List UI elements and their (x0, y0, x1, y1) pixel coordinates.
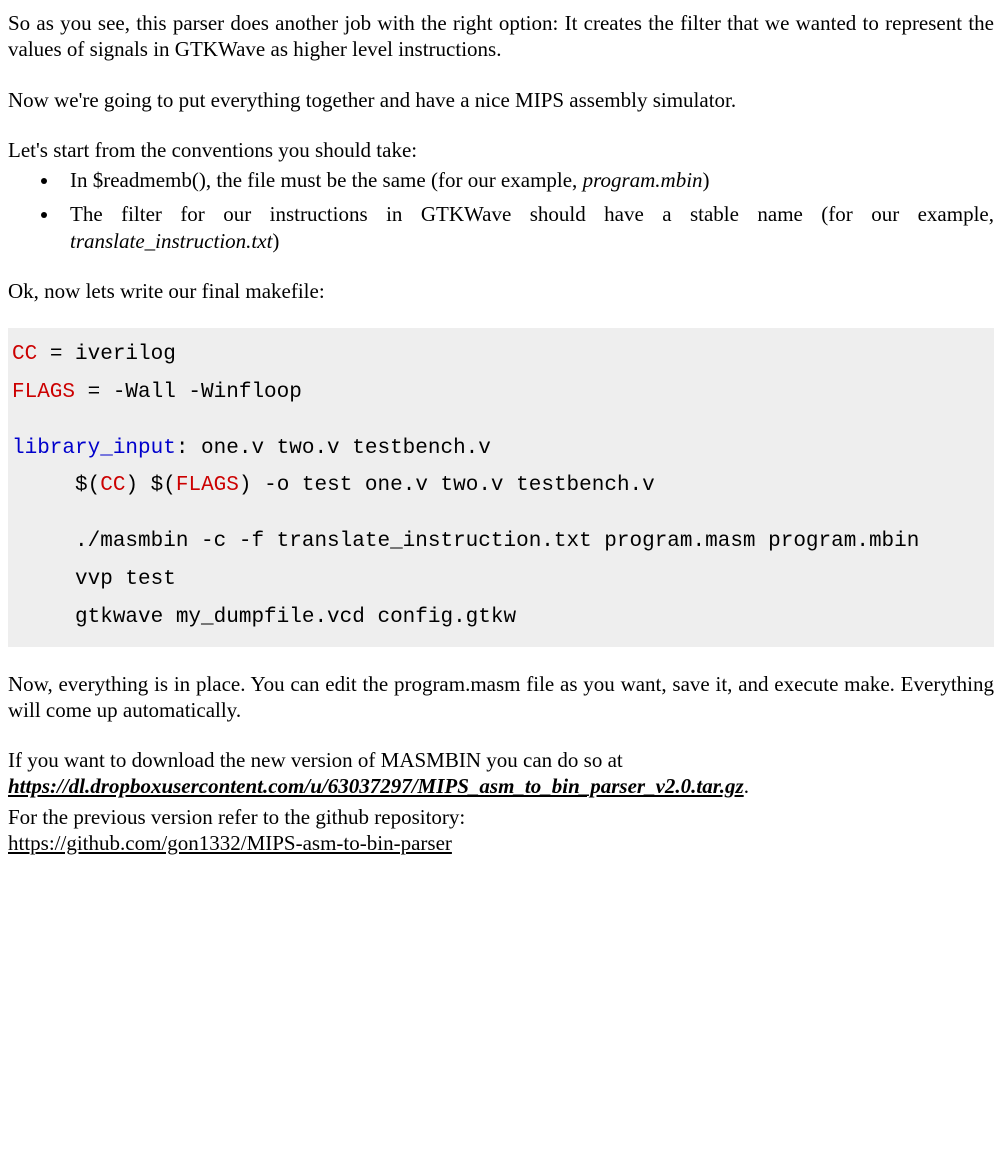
link-github[interactable]: https://github.com/gon1332/MIPS-asm-to-b… (8, 831, 452, 855)
list-text: ) (272, 229, 279, 253)
paragraph-together: Now we're going to put everything togeth… (8, 87, 994, 113)
code-var: FLAGS (176, 474, 239, 497)
list-text-italic: program.mbin (583, 168, 703, 192)
paragraph-github: For the previous version refer to the gi… (8, 804, 994, 857)
list-item: In $readmemb(), the file must be the sam… (60, 167, 994, 193)
text: . (744, 774, 749, 798)
paragraph-intro: So as you see, this parser does another … (8, 10, 994, 63)
code-text: : one.v two.v testbench.v (176, 437, 491, 460)
link-dropbox[interactable]: https://dl.dropboxusercontent.com/u/6303… (8, 774, 744, 798)
paragraph-inplace: Now, everything is in place. You can edi… (8, 671, 994, 724)
code-block-makefile: CC = iverilog FLAGS = -Wall -Winfloop li… (8, 328, 994, 647)
code-text: $( (12, 474, 100, 497)
code-text: ) -o test one.v two.v testbench.v (239, 474, 655, 497)
code-text: ./masmbin -c -f translate_instruction.tx… (12, 530, 919, 553)
paragraph-download: If you want to download the new version … (8, 747, 994, 800)
list-text: The filter for our instructions in GTKWa… (70, 202, 994, 226)
code-text: vvp test (12, 568, 176, 591)
code-text: ) $( (125, 474, 175, 497)
conventions-list: In $readmemb(), the file must be the sam… (8, 167, 994, 254)
code-var: CC (12, 343, 37, 366)
code-text: = -Wall -Winfloop (75, 381, 302, 404)
text: For the previous version refer to the gi… (8, 805, 465, 829)
paragraph-makefile: Ok, now lets write our final makefile: (8, 278, 994, 304)
list-text-italic: translate_instruction.txt (70, 229, 272, 253)
list-text: In $readmemb(), the file must be the sam… (70, 168, 583, 192)
code-var: FLAGS (12, 381, 75, 404)
paragraph-conventions: Let's start from the conventions you sho… (8, 137, 994, 163)
code-var: CC (100, 474, 125, 497)
code-target: library_input (12, 437, 176, 460)
list-text: ) (703, 168, 710, 192)
list-item: The filter for our instructions in GTKWa… (60, 201, 994, 254)
code-text: gtkwave my_dumpfile.vcd config.gtkw (12, 606, 516, 629)
code-text: = iverilog (37, 343, 176, 366)
text: If you want to download the new version … (8, 748, 623, 772)
